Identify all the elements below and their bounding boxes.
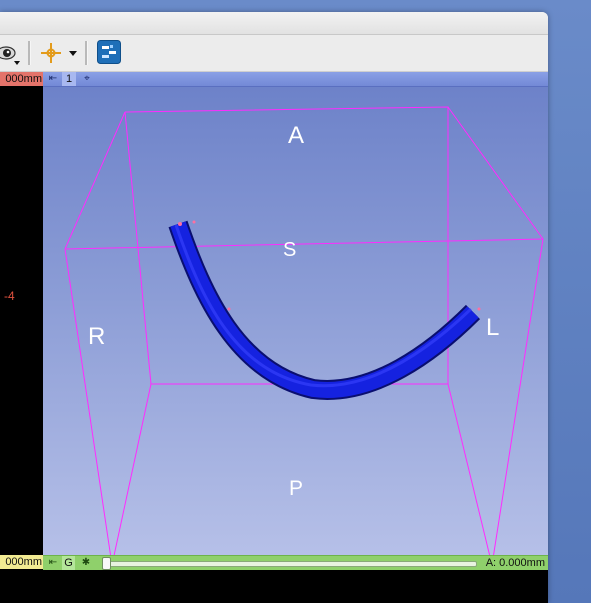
slice-offset-slider[interactable] — [103, 561, 477, 567]
toolbar-separator — [85, 41, 88, 65]
orientation-label-right: R — [88, 323, 106, 350]
eye-view-dropdown-arrow[interactable] — [14, 61, 20, 65]
center-view-icon[interactable]: ⌖ — [81, 72, 93, 86]
green-slice-bar[interactable]: ⇤ G ✱ A: 0.000mm — [43, 555, 548, 570]
left-slice-view[interactable]: 000mm -4 000mm — [0, 72, 43, 603]
orientation-label-anterior: A — [288, 122, 305, 149]
toolbar-separator — [28, 41, 31, 65]
link-toggle[interactable]: G — [62, 556, 75, 570]
bounding-box — [64, 106, 544, 555]
crosshair-icon[interactable] — [40, 42, 62, 64]
curve-model — [168, 220, 481, 400]
chevron-down-icon[interactable] — [69, 51, 77, 56]
pin-icon[interactable]: ⇤ — [47, 556, 59, 570]
window-titlebar — [0, 12, 548, 35]
ruler-value: -4 — [4, 289, 15, 303]
slice-settings-icon[interactable]: ✱ — [80, 556, 92, 570]
view-number[interactable]: 1 — [62, 72, 76, 86]
3d-view: ⇤ 1 ⌖ A S R L P ⇤ G ✱ A: 0.000mm — [43, 72, 548, 603]
toolbar — [0, 35, 548, 72]
control-points — [178, 220, 481, 311]
yellow-slice-offset: 000mm — [5, 556, 42, 568]
slice-slider-handle[interactable] — [102, 557, 111, 570]
pin-icon[interactable]: ⇤ — [47, 73, 59, 85]
slice-offset-value: A: 0.000mm — [485, 557, 545, 569]
app-window: 000mm -4 000mm ⇤ 1 ⌖ A S R L P ⇤ G ✱ A: … — [0, 12, 548, 603]
3d-render-canvas[interactable]: A S R L P — [43, 87, 548, 555]
bottom-slice-view[interactable] — [43, 570, 548, 603]
orientation-label-left: L — [486, 314, 500, 341]
orientation-label-superior: S — [283, 239, 297, 261]
eye-view-icon[interactable] — [0, 41, 18, 63]
module-extension-icon[interactable] — [97, 40, 121, 64]
orientation-label-posterior: P — [289, 477, 304, 500]
red-slice-offset: 000mm — [5, 73, 42, 85]
3d-view-controller-bar[interactable]: ⇤ 1 ⌖ — [43, 72, 548, 87]
yellow-slice-bar[interactable]: 000mm — [0, 555, 43, 569]
red-slice-bar[interactable]: 000mm — [0, 72, 43, 86]
